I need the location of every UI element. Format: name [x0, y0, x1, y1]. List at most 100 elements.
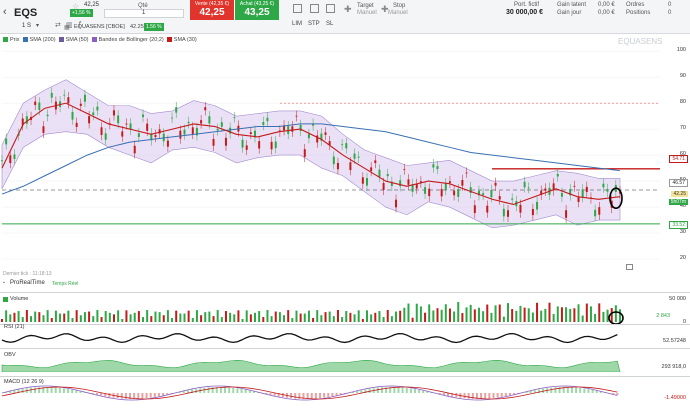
macd-histogram-bar: [149, 393, 152, 398]
day-label: Gain jour: [557, 10, 582, 16]
candle: [104, 133, 107, 140]
target-icon[interactable]: ✚: [344, 4, 352, 15]
orders-label[interactable]: Ordres: [626, 2, 644, 8]
positions-label[interactable]: Positions: [626, 10, 650, 16]
macd-histogram-bar: [162, 393, 165, 396]
candle: [224, 137, 227, 146]
volume-bar: [112, 314, 115, 322]
volume-bar: [415, 303, 418, 322]
target-title[interactable]: Target: [357, 3, 374, 9]
candle: [336, 162, 339, 170]
compare-icon[interactable]: ⇄: [55, 21, 61, 29]
lim-icon[interactable]: [293, 4, 302, 13]
expand-icon[interactable]: [626, 264, 633, 270]
volume-bar: [121, 318, 124, 322]
sl-button[interactable]: SL: [326, 21, 333, 27]
volume-bar: [432, 310, 435, 322]
macd-histogram-bar: [575, 387, 578, 393]
candle: [345, 143, 348, 149]
candle: [341, 144, 344, 146]
candle: [112, 110, 115, 116]
chevron-down-icon[interactable]: ▾: [36, 22, 39, 29]
rsi-chart[interactable]: [0, 330, 630, 346]
volume-bar: [21, 317, 24, 322]
candle: [274, 141, 277, 149]
macd-histogram-bar: [182, 391, 185, 393]
volume-bar: [320, 315, 323, 322]
volume-bar: [399, 310, 402, 322]
volume-bar: [233, 314, 236, 322]
back-arrow-icon[interactable]: ‹: [3, 6, 7, 18]
volume-bar: [403, 307, 406, 322]
candle: [171, 117, 174, 119]
candle: [531, 208, 534, 216]
candle: [594, 209, 597, 217]
positions-value: 0: [668, 10, 672, 16]
macd-histogram-bar: [397, 387, 400, 393]
buy-button[interactable]: Achat (43,25 €) 43,25: [235, 0, 279, 20]
stop-title[interactable]: Stop: [393, 3, 405, 9]
divider: [0, 348, 690, 349]
chart-change-badge: 1.56 %: [144, 23, 164, 31]
volume-bar: [129, 314, 132, 322]
candle: [602, 183, 605, 188]
macd-histogram-bar: [157, 393, 160, 397]
candle: [146, 123, 149, 131]
macd-histogram-bar: [145, 393, 148, 399]
chart-title-price: 42.25: [130, 24, 144, 30]
macd-histogram-bar: [186, 390, 189, 393]
candle: [465, 172, 468, 174]
stp-icon[interactable]: [310, 4, 319, 13]
volume-bar: [25, 310, 28, 322]
volume-bar: [104, 311, 107, 322]
macd-histogram-bar: [207, 387, 210, 393]
volume-bar: [365, 310, 368, 322]
chart-settings-icon[interactable]: ▦: [64, 24, 70, 31]
volume-bar: [241, 318, 244, 322]
obv-area: [1, 360, 621, 372]
macd-histogram-bar: [58, 387, 61, 393]
time-tag: 5h07m: [668, 199, 688, 205]
volume-bar: [324, 312, 327, 322]
volume-bar: [507, 303, 510, 322]
macd-value: -1.49000: [664, 395, 686, 401]
candle: [332, 156, 335, 165]
volume-bar: [370, 314, 373, 322]
volume-value: 2 843: [656, 313, 670, 319]
lim-button[interactable]: LIM: [292, 21, 302, 27]
candle: [295, 115, 298, 117]
sl-icon[interactable]: [326, 4, 335, 13]
stp-button[interactable]: STP: [308, 21, 320, 27]
volume-bar: [96, 310, 99, 322]
timeframe-select[interactable]: 1 S: [22, 23, 31, 29]
volume-bar: [142, 317, 145, 322]
macd-chart[interactable]: [0, 382, 630, 404]
qty-input[interactable]: 1: [104, 9, 184, 18]
realtime-icon: ▪: [3, 280, 5, 286]
candle: [142, 114, 145, 118]
volume-bar: [50, 318, 53, 322]
candle: [208, 116, 211, 124]
y-tick-label: 80: [679, 99, 686, 106]
volume-bar: [589, 306, 592, 322]
macd-histogram-bar: [480, 393, 483, 399]
obv-chart[interactable]: [0, 356, 630, 372]
macd-histogram-bar: [335, 393, 338, 396]
macd-histogram-bar: [554, 387, 557, 393]
price-chart[interactable]: [0, 34, 690, 274]
macd-histogram-bar: [71, 389, 74, 393]
candle: [486, 205, 489, 213]
macd-histogram-bar: [310, 393, 313, 399]
volume-bar: [548, 302, 551, 322]
sell-button[interactable]: Vente (42,35 €) 42,25: [190, 0, 234, 20]
candle: [92, 112, 95, 116]
buy-price: 43,25: [244, 7, 270, 18]
y-tick-label: 30: [679, 229, 686, 236]
macd-histogram-bar: [137, 393, 140, 399]
candle: [79, 103, 82, 106]
macd-histogram-bar: [488, 393, 491, 399]
volume-bar: [332, 316, 335, 322]
macd-histogram-bar: [380, 387, 383, 393]
volume-chart[interactable]: [0, 296, 630, 326]
candle: [490, 189, 493, 198]
